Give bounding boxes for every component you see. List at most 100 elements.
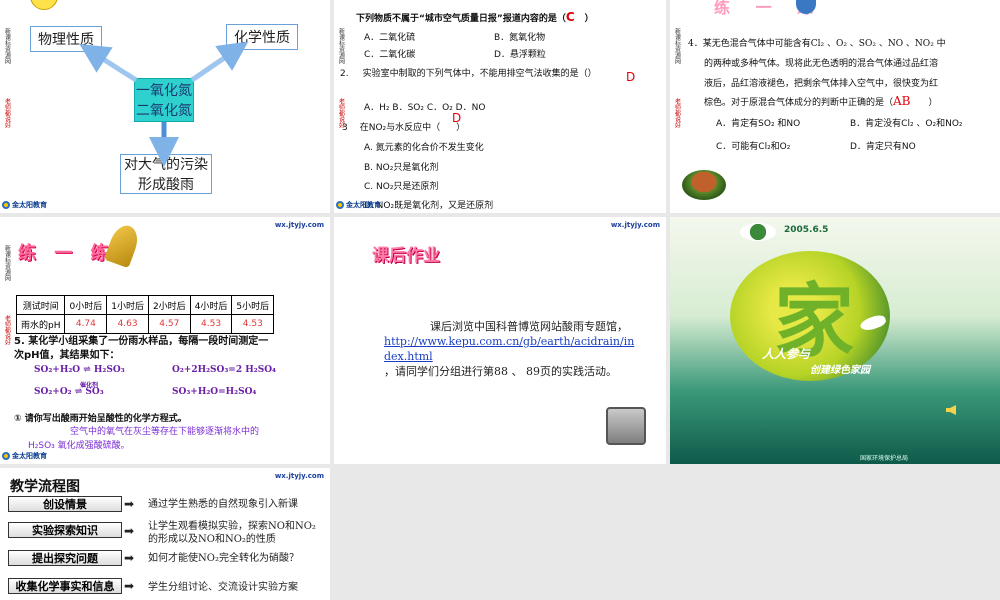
- explanation-line-1: 空气中的氧气在灰尘等存在下能够逐渐将水中的: [70, 427, 260, 437]
- q3-close: ）: [456, 123, 466, 133]
- event-logo-icon: [740, 223, 776, 241]
- logo-text: 金太阳教育: [346, 201, 381, 209]
- ph-value-cell: 4.53: [231, 314, 275, 334]
- q4-line-3: 液后，品红溶液褪色，把剩余气体排入空气中，很快变为红: [704, 79, 939, 89]
- ph-header-cell: 测试时间: [15, 295, 66, 315]
- q1-option-d: D．悬浮颗粒: [494, 50, 546, 60]
- q1-stem: 下列物质不属于“城市空气质量日报”报道内容的是（: [356, 14, 566, 24]
- slide-thumbnail-4[interactable]: 新课标资源网 老师都说好 wx.jtyjy.com 练 一 练 测试时间 0小时…: [0, 217, 330, 464]
- flow-step-1: 创设情景: [8, 496, 122, 512]
- ph-header-cell: 1小时后: [106, 295, 149, 315]
- logo-text: 金太阳教育: [12, 452, 47, 460]
- equation-2: O₂+2H₂SO₃=2 H₂SO₄: [172, 365, 276, 375]
- flow-arrow-icon: ➡: [124, 579, 135, 593]
- q3-option-b: B. NO₂只是氧化剂: [364, 163, 439, 173]
- q5-line-2: 次pH值，其结果如下：: [14, 350, 120, 361]
- q3-text: 3 在NO₂与水反应中（ ）: [342, 120, 465, 133]
- slogan-1: 人人参与: [762, 347, 811, 361]
- flow-step-2-desc: 让学生观看模拟实验，探索NO和NO₂的形成以及NO和NO₂的性质: [148, 521, 316, 545]
- q3-option-d: D. NO₂既是氧化剂，又是还原剂: [364, 201, 494, 211]
- logo-icon: [2, 201, 10, 209]
- slogan-2: 创建绿色家园: [810, 365, 870, 376]
- ph-header-cell: 5小时后: [231, 295, 275, 315]
- homework-text-2: ，请同学们分组进行第88 、 89页的实践活动。: [384, 365, 617, 378]
- q1-option-c: C．二氧化碳: [364, 50, 416, 60]
- speaker-icon[interactable]: [946, 405, 956, 415]
- site-tag: wx.jtyjy.com: [274, 221, 324, 229]
- q2-number: 2.: [340, 69, 349, 79]
- q4-line-4: 棕色。对于原混合气体成分的判断中正确的是（AB ）: [704, 94, 938, 108]
- q1-answer: C: [565, 10, 575, 24]
- flow-step-3-desc: 如何才能使NO₂完全转化为硝酸？: [148, 553, 299, 564]
- q1-option-b: B．氮氧化物: [494, 33, 546, 43]
- q3-option-a: A. 氮元素的化合价不发生变化: [364, 143, 484, 153]
- explanation-line-2: H₂SO₃ 氧化成强酸硫酸。: [28, 441, 130, 451]
- site-tag: wx.jtyjy.com: [274, 472, 324, 480]
- flow-arrow-icon: ➡: [124, 497, 135, 511]
- logo-icon: [336, 201, 344, 209]
- q1-option-a: A．二氧化硫: [364, 33, 416, 43]
- slide-thumbnail-3[interactable]: 新课标资源网 老师都说好 练 一 练 4．某无色混合气体中可能含有Cl₂ 、O₂…: [670, 0, 1000, 213]
- q4-stem-end: 棕色。对于原混合气体成分的判断中正确的是（: [704, 98, 894, 108]
- homework-title: 课后作业: [372, 246, 440, 266]
- footer-logo: 金太阳教育: [336, 200, 381, 210]
- q1-close: ）: [584, 14, 594, 24]
- slide-thumbnail-1[interactable]: 新课标资源网 老师都说好 物理性质 化学性质 一氧化氮 二氧化氮 对大气的污染 …: [0, 0, 330, 213]
- q5-line-1: 5. 某化学小组采集了一份雨水样品，每隔一段时间测定一: [14, 336, 269, 347]
- q4-answer: AB: [893, 94, 911, 108]
- footer-logo: 金太阳教育: [2, 200, 47, 210]
- q4-close: ）: [928, 98, 938, 108]
- ph-value-cell: 4.53: [189, 314, 233, 334]
- practice-banner: 练 一 练: [18, 243, 115, 264]
- logo-icon: [2, 452, 10, 460]
- flow-step-2: 实验探索知识: [8, 522, 122, 538]
- q4-option-c: C．可能有Cl₂和O₂: [716, 142, 791, 152]
- ph-value-cell: 4.63: [106, 314, 149, 334]
- diagram-arrows: [79, 41, 249, 167]
- equation-3-condition: 催化剂: [80, 382, 99, 389]
- side-strip-top: 新课标资源网: [673, 28, 681, 64]
- q5-subquestion: ① 请你写出酸雨开始呈酸性的化学方程式。: [14, 414, 187, 424]
- computer-illustration: [606, 407, 646, 445]
- equation-1: SO₂+H₂O ⇌ H₂SO₃: [34, 365, 125, 375]
- q3-number: 3: [342, 123, 348, 133]
- q3-option-c: C. NO₂只是还原剂: [364, 182, 439, 192]
- ph-header-cell: 2小时后: [147, 295, 191, 315]
- slide-thumbnail-6[interactable]: 2005.6.5 家 人人参与 创建绿色家园 国家环境保护总局: [670, 217, 1000, 464]
- flow-step-1-desc: 通过学生熟悉的自然现象引入新课: [148, 499, 298, 510]
- q2-text: 2. 实验室中制取的下列气体中，不能用排空气法收集的是（）: [340, 66, 597, 79]
- q3-stem: 在NO₂与水反应中（: [359, 123, 441, 133]
- equation-4: SO₃+H₂O=H₂SO₄: [172, 387, 257, 397]
- ph-header-cell: 0小时后: [64, 295, 108, 315]
- turtle-illustration: [682, 170, 726, 200]
- ph-table-row: 雨水的pH 4.74 4.63 4.57 4.53 4.53: [15, 314, 275, 334]
- ph-table: 测试时间 0小时后 1小时后 2小时后 4小时后 5小时后 雨水的pH 4.74…: [15, 295, 275, 334]
- footer-logo: 金太阳教育: [2, 451, 47, 461]
- homework-body: 课后浏览中国科普博览网站酸雨专题馆， http://www.kepu.com.c…: [384, 319, 640, 379]
- q4-line-2: 的两种或多种气体。现将此无色透明的混合气体通过品红溶: [704, 59, 939, 69]
- q1-text: 下列物质不属于“城市空气质量日报”报道内容的是（C ）: [356, 10, 594, 24]
- ph-header-cell: 4小时后: [189, 295, 233, 315]
- flow-step-3: 提出探究问题: [8, 550, 122, 566]
- ph-row-label: 雨水的pH: [15, 314, 66, 334]
- q4-option-a: A．肯定有SO₂ 和NO: [716, 119, 801, 129]
- flow-arrow-icon: ➡: [124, 551, 135, 565]
- flow-step-4: 收集化学事实和信息: [8, 578, 122, 594]
- slide-thumbnail-7[interactable]: wx.jtyjy.com 教学流程图 创设情景 ➡ 通过学生熟悉的自然现象引入新…: [0, 468, 330, 600]
- side-strip-top: 新课标资源网: [337, 28, 345, 64]
- side-strip-bottom: 老师都说好: [673, 98, 681, 128]
- side-strip: 新课标资源网 老师都说好: [0, 217, 14, 464]
- side-strip: 新课标资源网 老师都说好: [334, 0, 348, 213]
- site-tag: wx.jtyjy.com: [610, 221, 660, 229]
- q2-stem: 实验室中制取的下列气体中，不能用排空气法收集的是（: [362, 69, 588, 79]
- side-strip-bottom: 老师都说好: [3, 315, 11, 345]
- footer-agency: 国家环境保护总局: [860, 455, 909, 462]
- q4-line-1: 4．某无色混合气体中可能含有Cl₂ 、O₂ 、SO₂ 、NO 、NO₂ 中: [688, 39, 946, 49]
- ph-value-cell: 4.74: [64, 314, 108, 334]
- acid-rain-link[interactable]: http://www.kepu.com.cn/gb/earth/acidrain…: [384, 334, 640, 364]
- flow-step-4-desc: 学生分组讨论、交流设计实验方案: [148, 582, 298, 593]
- slide-thumbnail-5[interactable]: wx.jtyjy.com 课后作业 课后浏览中国科普博览网站酸雨专题馆， htt…: [334, 217, 666, 464]
- slide-thumbnail-2[interactable]: 新课标资源网 老师都说好 下列物质不属于“城市空气质量日报”报道内容的是（C） …: [334, 0, 666, 213]
- q4-option-b: B．肯定没有Cl₂ 、O₂和NO₂: [850, 119, 963, 129]
- trumpet-decoration: [103, 221, 143, 269]
